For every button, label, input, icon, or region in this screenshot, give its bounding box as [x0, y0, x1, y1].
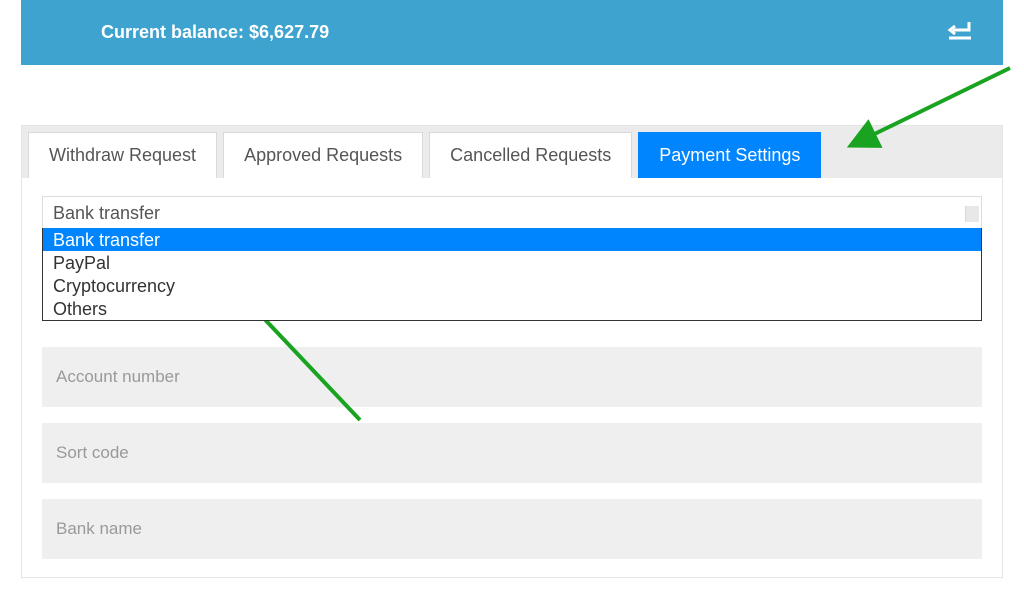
tab-withdraw-request[interactable]: Withdraw Request	[28, 132, 217, 178]
account-number-field[interactable]: Account number	[42, 331, 982, 407]
select-display[interactable]: Bank transfer	[42, 196, 982, 231]
tab-label: Payment Settings	[659, 145, 800, 165]
option-cryptocurrency[interactable]: Cryptocurrency	[43, 274, 981, 297]
tab-label: Cancelled Requests	[450, 145, 611, 165]
payment-method-dropdown: Bank transfer PayPal Cryptocurrency Othe…	[42, 228, 982, 321]
option-label: Cryptocurrency	[53, 276, 175, 296]
tab-approved-requests[interactable]: Approved Requests	[223, 132, 423, 178]
payment-settings-content: Bank transfer Bank transfer PayPal Crypt…	[22, 178, 1002, 577]
bank-name-field[interactable]: Bank name	[42, 483, 982, 559]
option-label: PayPal	[53, 253, 110, 273]
balance-bar: Current balance: $6,627.79	[21, 0, 1003, 65]
bank-form: Account number Sort code Bank name	[42, 331, 982, 559]
option-paypal[interactable]: PayPal	[43, 251, 981, 274]
option-label: Others	[53, 299, 107, 319]
tab-label: Approved Requests	[244, 145, 402, 165]
tab-bar: Withdraw Request Approved Requests Cance…	[22, 126, 1002, 178]
option-label: Bank transfer	[53, 230, 160, 250]
withdraw-panel: Withdraw Request Approved Requests Cance…	[21, 125, 1003, 578]
field-placeholder: Bank name	[56, 519, 142, 538]
chevron-down-icon	[965, 206, 979, 222]
option-bank-transfer[interactable]: Bank transfer	[43, 228, 981, 251]
field-placeholder: Account number	[56, 367, 180, 386]
tab-label: Withdraw Request	[49, 145, 196, 165]
field-placeholder: Sort code	[56, 443, 129, 462]
balance-label: Current balance: $6,627.79	[101, 22, 329, 43]
payment-method-select[interactable]: Bank transfer Bank transfer PayPal Crypt…	[42, 196, 982, 231]
tab-cancelled-requests[interactable]: Cancelled Requests	[429, 132, 632, 178]
option-others[interactable]: Others	[43, 297, 981, 320]
sort-code-field[interactable]: Sort code	[42, 407, 982, 483]
select-value: Bank transfer	[53, 203, 160, 224]
tab-payment-settings[interactable]: Payment Settings	[638, 132, 821, 178]
return-icon[interactable]	[947, 19, 973, 47]
